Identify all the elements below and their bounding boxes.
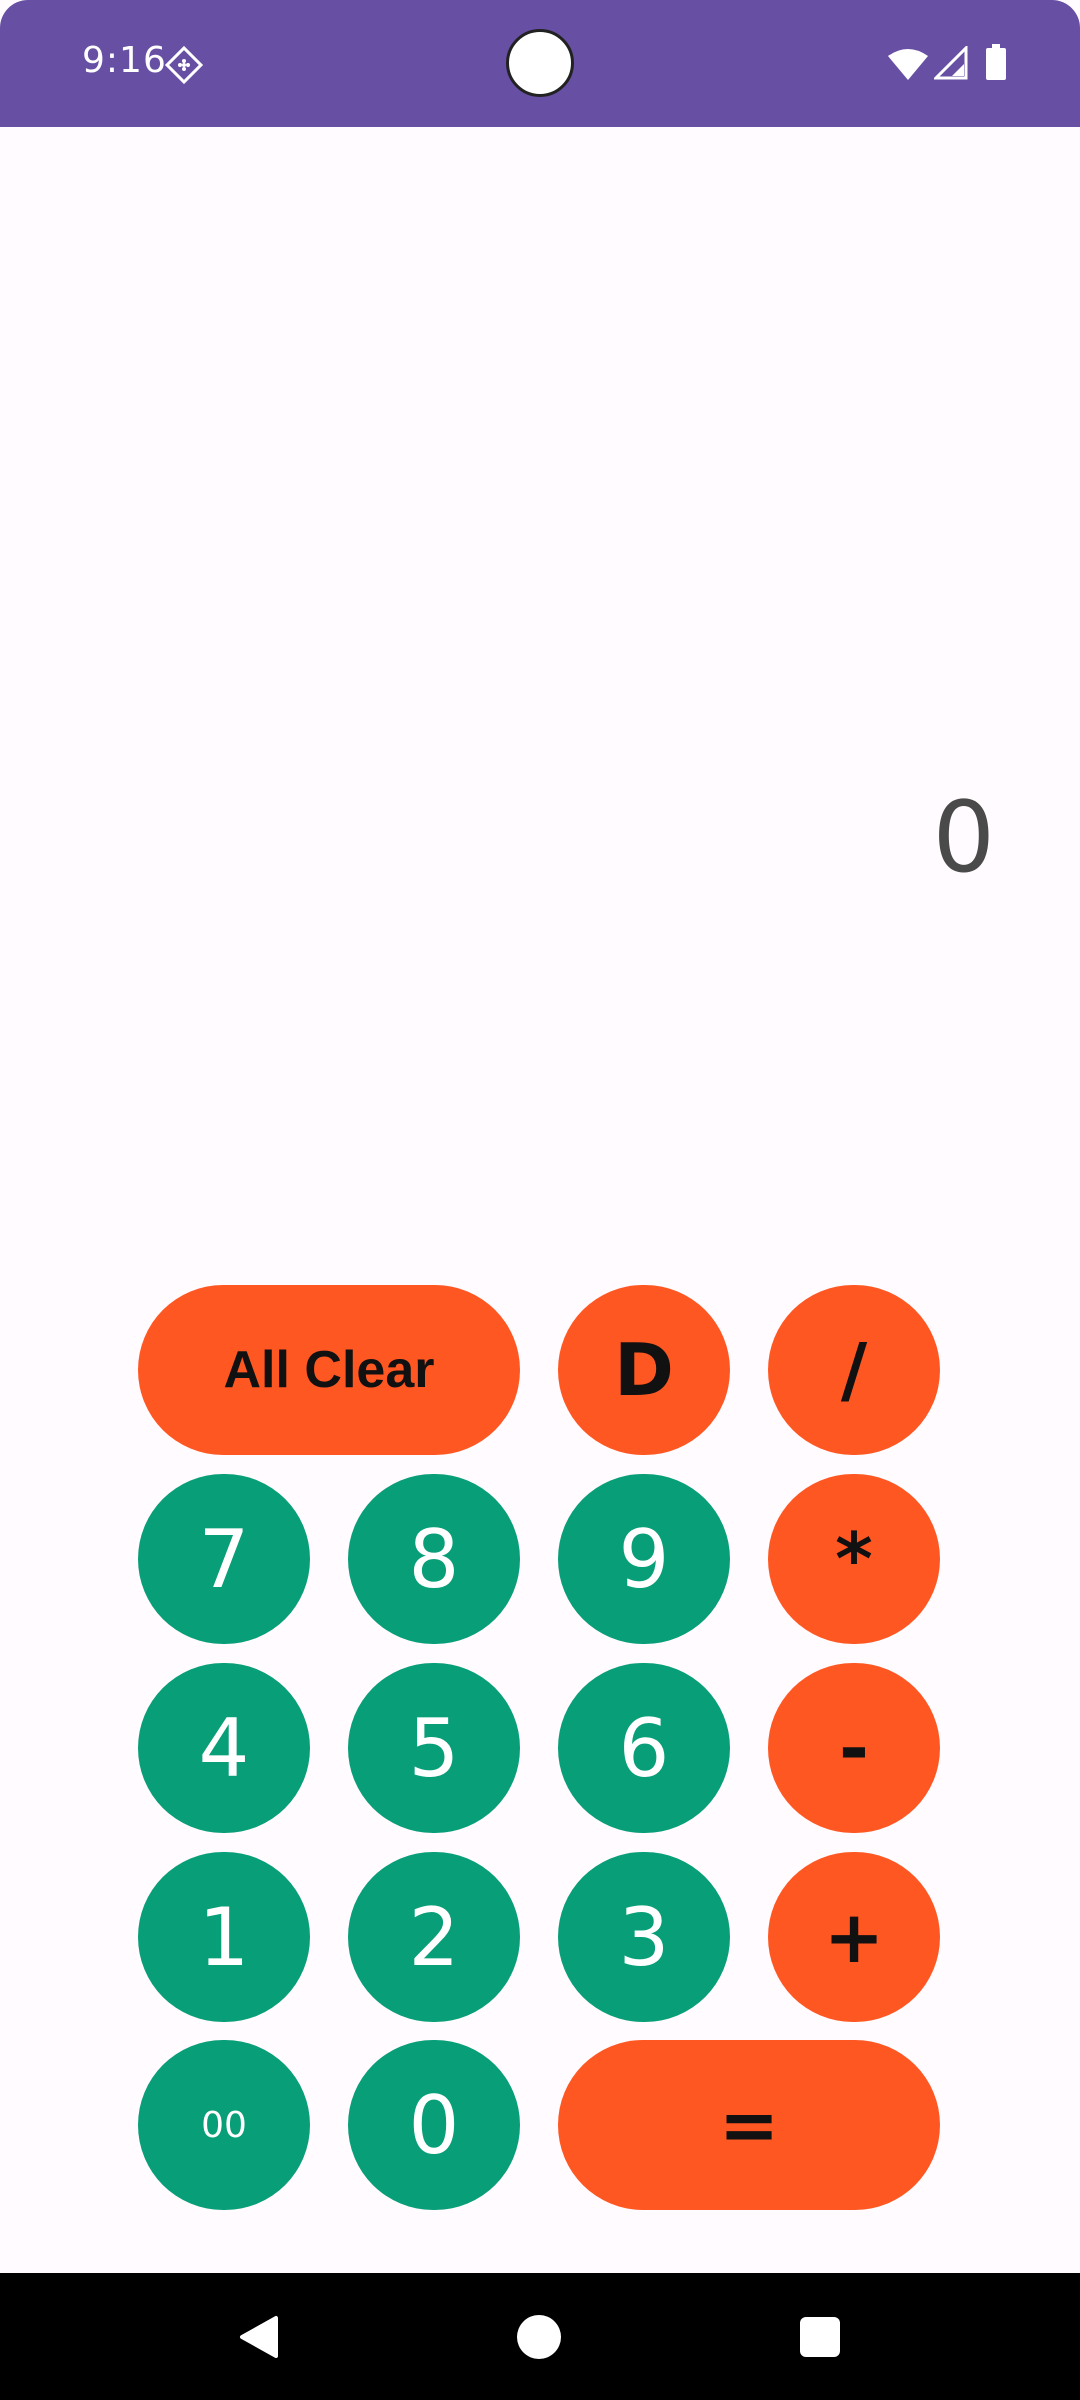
digit-0-button[interactable]: 0	[348, 2040, 520, 2210]
calculator-screen: 9:16 0 All Clear D / 7 8 9 * 4 5 6 - 1 2	[0, 0, 1080, 2400]
digit-4-button[interactable]: 4	[138, 1663, 310, 1833]
multiply-button[interactable]: *	[768, 1474, 940, 1644]
signal-icon	[934, 46, 968, 80]
digit-9-button[interactable]: 9	[558, 1474, 730, 1644]
divide-button[interactable]: /	[768, 1285, 940, 1455]
recents-icon[interactable]	[800, 2317, 840, 2357]
status-bar: 9:16	[0, 0, 1080, 127]
data-saver-icon	[164, 45, 204, 85]
all-clear-button[interactable]: All Clear	[138, 1285, 520, 1455]
delete-button[interactable]: D	[558, 1285, 730, 1455]
result-display: 0	[932, 781, 995, 895]
digit-5-button[interactable]: 5	[348, 1663, 520, 1833]
digit-2-button[interactable]: 2	[348, 1852, 520, 2022]
digit-8-button[interactable]: 8	[348, 1474, 520, 1644]
camera-cutout	[506, 29, 574, 97]
digit-6-button[interactable]: 6	[558, 1663, 730, 1833]
wifi-icon	[888, 49, 928, 80]
equals-button[interactable]: =	[558, 2040, 940, 2210]
minus-button[interactable]: -	[768, 1663, 940, 1833]
home-icon[interactable]	[517, 2315, 561, 2359]
battery-icon	[986, 44, 1006, 80]
plus-button[interactable]: +	[768, 1852, 940, 2022]
back-icon[interactable]	[236, 2314, 282, 2360]
status-time: 9:16	[82, 40, 167, 81]
digit-1-button[interactable]: 1	[138, 1852, 310, 2022]
digit-7-button[interactable]: 7	[138, 1474, 310, 1644]
digit-3-button[interactable]: 3	[558, 1852, 730, 2022]
double-zero-button[interactable]: 00	[138, 2040, 310, 2210]
